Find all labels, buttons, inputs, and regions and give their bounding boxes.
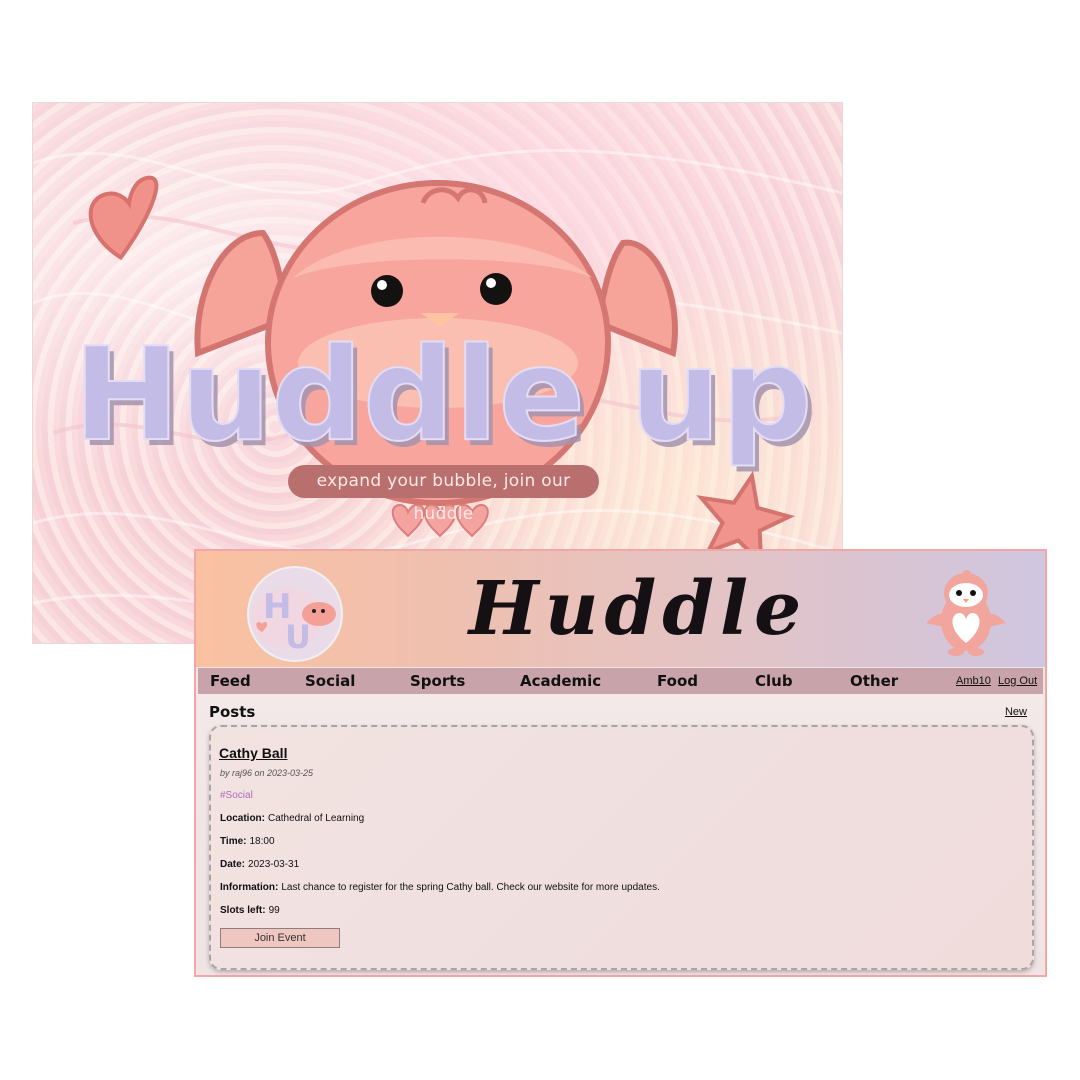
post-tag-link[interactable]: #Social — [220, 790, 253, 801]
hu-logo-icon: H U — [249, 568, 341, 660]
penguin-mascot-icon — [926, 570, 1006, 656]
nav-item-academic[interactable]: Academic — [520, 672, 601, 690]
logout-link[interactable]: Log Out — [998, 675, 1037, 687]
banner-title: Huddle Up! — [468, 566, 808, 760]
nav-bar: Feed Social Sports Academic Food Club Ot… — [198, 668, 1043, 694]
post-title-link[interactable]: Cathy Ball — [219, 745, 287, 761]
date-value: 2023-03-31 — [248, 859, 300, 870]
location-label: Location: — [220, 813, 265, 824]
posts-heading: Posts — [209, 703, 256, 721]
information-label: Information: — [220, 882, 279, 893]
information-value: Last chance to register for the spring C… — [281, 882, 660, 893]
nav-item-other[interactable]: Other — [850, 672, 898, 690]
post-information: Information: Last chance to register for … — [220, 882, 660, 893]
nav-item-sports[interactable]: Sports — [410, 672, 465, 690]
post-card: Cathy Ball by raj96 on 2023-03-25 #Socia… — [209, 725, 1034, 970]
nav-item-food[interactable]: Food — [657, 672, 698, 690]
location-value: Cathedral of Learning — [268, 813, 365, 824]
nav-item-club[interactable]: Club — [755, 672, 793, 690]
new-post-link[interactable]: New — [1005, 706, 1027, 718]
posts-section: Posts New Cathy Ball by raj96 on 2023-03… — [198, 694, 1043, 975]
splash-tagline: expand your bubble, join our huddle — [288, 465, 599, 524]
date-label: Date: — [220, 859, 246, 870]
username-link[interactable]: Amb10 — [956, 675, 991, 687]
nav-item-social[interactable]: Social — [305, 672, 355, 690]
time-label: Time: — [220, 836, 247, 847]
app-window: H U Huddle Up! Feed Social — [194, 549, 1047, 977]
join-event-button[interactable]: Join Event — [220, 928, 340, 948]
post-time: Time: 18:00 — [220, 836, 275, 847]
post-date: Date: 2023-03-31 — [220, 859, 299, 870]
slots-label: Slots left: — [220, 905, 266, 916]
header-banner: H U Huddle Up! — [196, 551, 1045, 760]
slots-value: 99 — [268, 905, 280, 916]
huddle-up-logo-text: Huddle up Huddle up Huddle up — [72, 320, 818, 476]
time-value: 18:00 — [249, 836, 275, 847]
svg-text:U: U — [285, 618, 311, 656]
svg-text:Huddle up: Huddle up — [73, 321, 813, 470]
logo-badge[interactable]: H U — [247, 566, 343, 662]
nav-item-feed[interactable]: Feed — [210, 672, 251, 690]
post-location: Location: Cathedral of Learning — [220, 813, 364, 824]
post-slots: Slots left: 99 — [220, 905, 280, 916]
post-meta: by raj96 on 2023-03-25 — [220, 768, 314, 778]
